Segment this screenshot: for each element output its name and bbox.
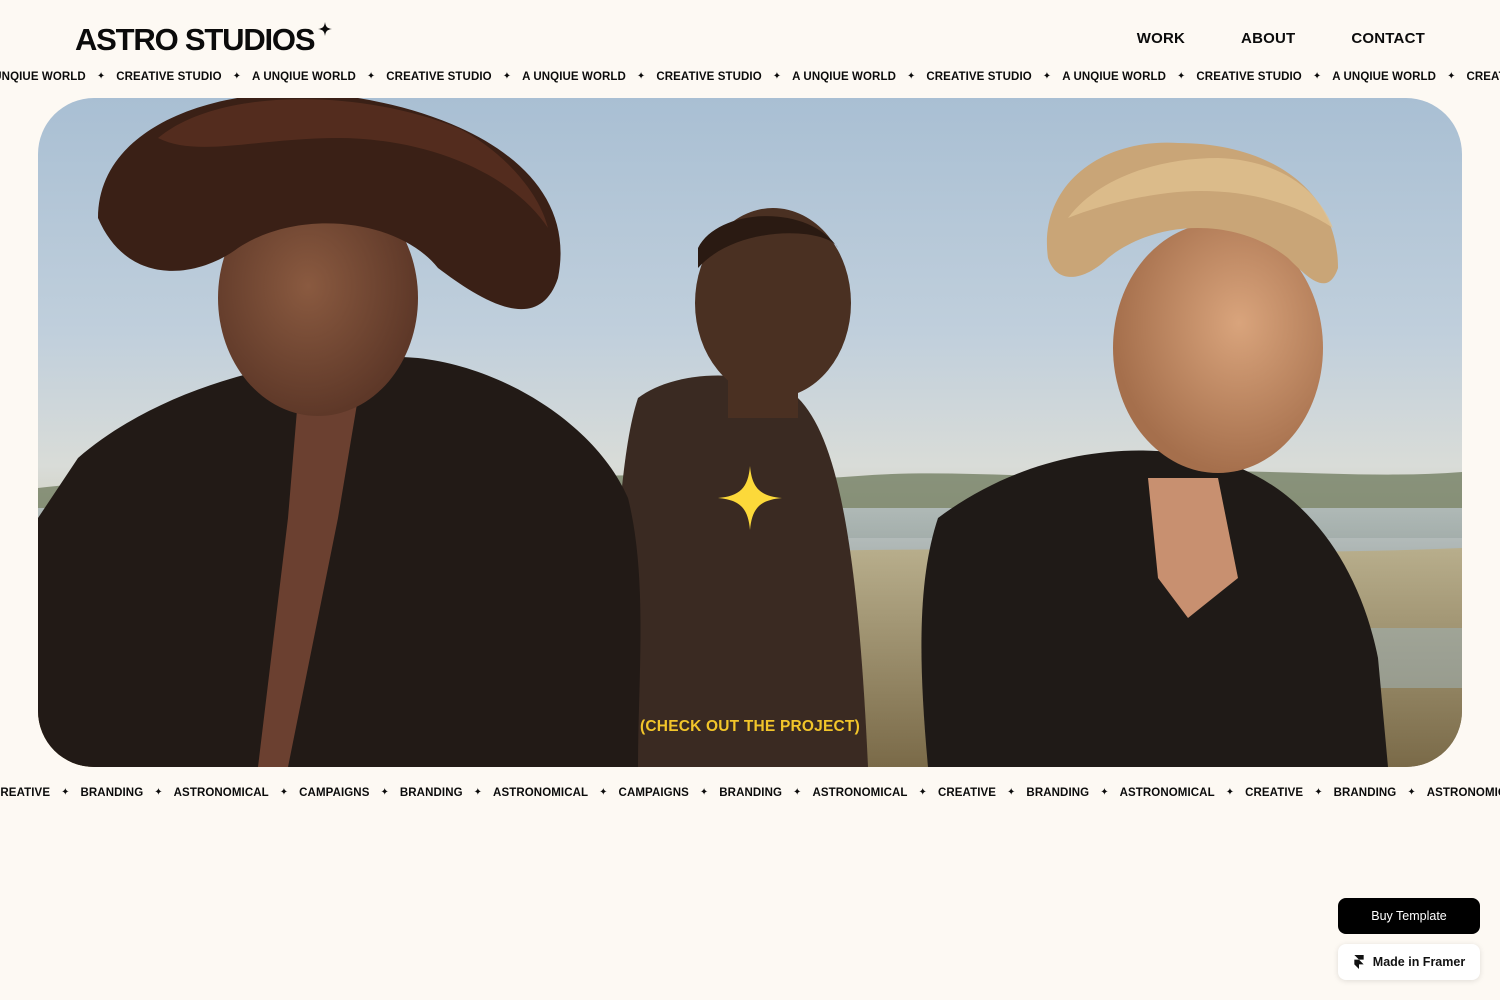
marquee-item: CREATIVE STUDIO (656, 71, 762, 83)
top-marquee: A UNQIUE WORLD ✦ CREATIVE STUDIO ✦ A UNQIUE … (0, 67, 1500, 87)
four-point-star-icon: ✦ (1042, 71, 1052, 82)
nav-contact-link[interactable]: CONTACT (1351, 30, 1425, 48)
marquee-item: A UNQIUE WORLD (1062, 71, 1167, 83)
marquee-item: CAMPAIGNS (299, 787, 370, 799)
marquee-item: BRANDING (80, 787, 144, 799)
marquee-item: CREATIVE STUDIO (926, 71, 1032, 83)
marquee-item: A UNQIUE WORLD (792, 71, 896, 83)
four-point-star-icon: ✦ (906, 71, 916, 82)
marquee-item: ASTRONOMICAL (1119, 787, 1215, 799)
bottom-marquee: CREATIVE ✦ BRANDING ✦ ASTRONOMICAL ✦ CAMPAIGNS… (0, 783, 1500, 803)
four-point-star-icon: ✦ (1225, 787, 1235, 798)
buy-template-button[interactable]: Buy Template (1338, 898, 1480, 934)
marquee-item: CREATIVE STUDIO (386, 71, 492, 83)
brand-logo[interactable]: ASTRO STUDIOS (75, 22, 316, 58)
marquee-item: CREATIVE (937, 787, 997, 799)
four-point-star-icon: ✦ (1407, 787, 1416, 798)
marquee-item: ASTRONOMICAL (1426, 787, 1500, 799)
marquee-item: ASTRONOMICAL (173, 787, 269, 799)
four-point-star-icon: ✦ (366, 71, 376, 82)
marquee-item: ASTRONOMICAL (812, 787, 908, 799)
main-nav: WORK ABOUT CONTACT (1137, 30, 1425, 48)
marquee-item: BRANDING (1333, 787, 1397, 799)
sparkle-star-icon (718, 466, 782, 530)
site-header: ASTRO STUDIOS WORK ABOUT CONTACT (0, 0, 1500, 66)
made-in-framer-label: Made in Framer (1372, 955, 1466, 969)
four-point-star-icon: ✦ (793, 787, 802, 798)
marquee-item: BRANDING (1026, 787, 1090, 799)
four-point-star-icon: ✦ (772, 71, 782, 82)
marquee-item: BRANDING (399, 787, 463, 799)
four-point-star-icon: ✦ (1312, 71, 1322, 82)
four-point-star-icon: ✦ (599, 787, 608, 798)
four-point-star-icon: ✦ (1100, 787, 1109, 798)
four-point-star-icon: ✦ (1314, 787, 1323, 798)
four-point-star-icon: ✦ (96, 71, 106, 82)
marquee-item: A UNQIUE WORLD (252, 71, 356, 83)
four-point-star-icon: ✦ (1447, 71, 1456, 82)
top-marquee-track: A UNQIUE WORLD ✦ CREATIVE STUDIO ✦ A UNQIUE … (0, 67, 1500, 87)
marquee-item: CREATIVE STUDIO (1196, 71, 1302, 83)
four-point-star-icon (318, 22, 332, 36)
four-point-star-icon: ✦ (154, 787, 163, 798)
four-point-star-icon: ✦ (61, 787, 70, 798)
marquee-item: BRANDING (719, 787, 783, 799)
marquee-item: A UNQIUE WORLD (522, 71, 626, 83)
check-out-project-link[interactable]: (CHECK OUT THE PROJECT) (38, 717, 1462, 737)
nav-work-link[interactable]: WORK (1137, 30, 1185, 48)
four-point-star-icon: ✦ (380, 787, 389, 798)
four-point-star-icon: ✦ (279, 787, 289, 798)
four-point-star-icon: ✦ (1177, 71, 1186, 82)
nav-about-link[interactable]: ABOUT (1241, 30, 1295, 48)
four-point-star-icon: ✦ (1007, 787, 1016, 798)
marquee-item: A UNQIUE WORLD (0, 71, 86, 83)
marquee-item: CREATIVE (1245, 787, 1304, 799)
marquee-item: CREATIVE (0, 787, 51, 799)
marquee-item: CREATIVE STUDIO (1466, 71, 1500, 83)
four-point-star-icon: ✦ (502, 71, 512, 82)
hero-image (38, 98, 1462, 767)
marquee-item: ASTRONOMICAL (493, 787, 589, 799)
bottom-marquee-track: CREATIVE ✦ BRANDING ✦ ASTRONOMICAL ✦ CAMPAIGNS… (0, 783, 1500, 803)
marquee-item: A UNQIUE WORLD (1332, 71, 1437, 83)
made-in-framer-badge[interactable]: Made in Framer (1338, 944, 1480, 980)
four-point-star-icon: ✦ (918, 787, 927, 798)
four-point-star-icon: ✦ (232, 71, 242, 82)
framer-logo-icon (1354, 955, 1364, 969)
marquee-item: CREATIVE STUDIO (116, 71, 222, 83)
hero-project-card[interactable]: (CHECK OUT THE PROJECT) (38, 98, 1462, 767)
four-point-star-icon: ✦ (699, 787, 709, 798)
four-point-star-icon: ✦ (636, 71, 646, 82)
four-point-star-icon: ✦ (473, 787, 483, 798)
marquee-item: CAMPAIGNS (618, 787, 689, 799)
